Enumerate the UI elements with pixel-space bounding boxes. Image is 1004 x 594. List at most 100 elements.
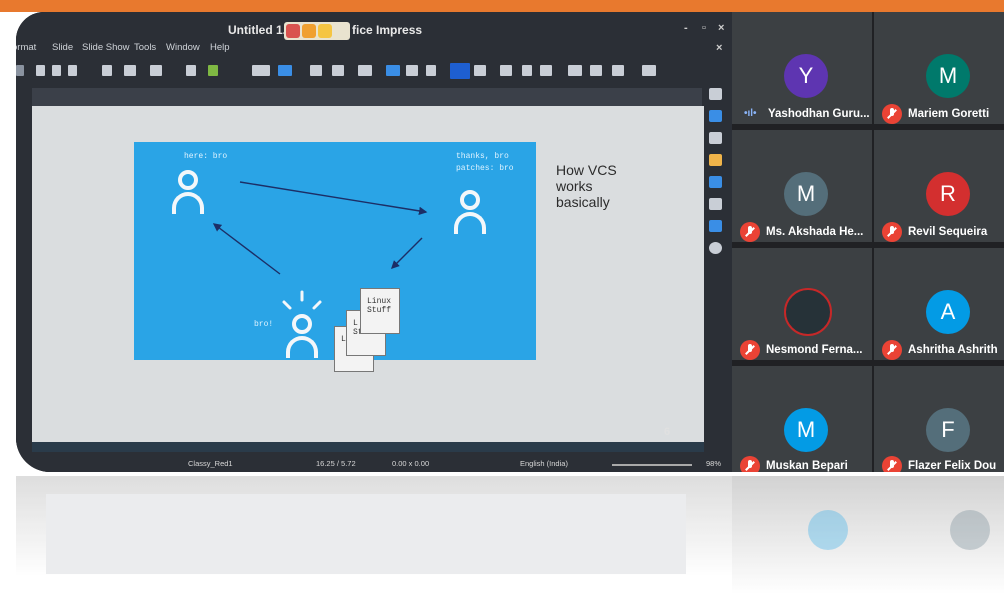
mic-off-icon bbox=[740, 456, 760, 472]
participant-tile[interactable]: R Revil Sequeira bbox=[874, 130, 1004, 242]
transitions-icon[interactable] bbox=[568, 65, 582, 76]
standard-toolbar bbox=[16, 62, 716, 80]
mic-off-icon bbox=[882, 456, 902, 472]
fontwork-icon[interactable] bbox=[500, 65, 512, 76]
participant-name: Nesmond Ferna... bbox=[766, 344, 863, 356]
animation-icon[interactable] bbox=[709, 132, 722, 144]
participant-tile[interactable]: Y •ıl• Yashodhan Guru... bbox=[732, 12, 872, 124]
redo-icon[interactable] bbox=[150, 65, 162, 76]
duplicate-slide-icon[interactable] bbox=[332, 65, 344, 76]
participant-tile[interactable]: M Mariem Goretti bbox=[874, 12, 1004, 124]
copy-icon[interactable] bbox=[52, 65, 61, 76]
minimize-button[interactable]: - bbox=[684, 22, 688, 34]
participant-name: Ms. Akshada He... bbox=[766, 226, 864, 238]
shapes-icon[interactable] bbox=[709, 242, 722, 254]
participant-name: Muskan Bepari bbox=[766, 460, 848, 472]
avatar: M bbox=[784, 408, 828, 452]
reflection-avatar bbox=[808, 510, 848, 550]
navigator-icon[interactable] bbox=[709, 220, 722, 232]
gallery-icon[interactable] bbox=[709, 198, 722, 210]
clone-format-icon[interactable] bbox=[102, 65, 112, 76]
participant-name: Ashritha Ashrith bbox=[908, 344, 998, 356]
menu-window[interactable]: Window bbox=[166, 42, 200, 53]
master-slide-icon[interactable] bbox=[278, 65, 292, 76]
maximize-button[interactable]: ▫ bbox=[702, 22, 706, 34]
mic-off-icon bbox=[882, 104, 902, 124]
cut-icon[interactable] bbox=[36, 65, 45, 76]
more-options-icon[interactable] bbox=[642, 65, 656, 76]
status-layout: Classy_Red1 bbox=[188, 459, 233, 468]
status-bar: Classy_Red1 16.25 / 5.72 0.00 x 0.00 Eng… bbox=[16, 456, 732, 472]
avatar: Y bbox=[784, 54, 828, 98]
top-accent-bar bbox=[0, 0, 1004, 12]
find-icon[interactable] bbox=[186, 65, 196, 76]
menu-slide[interactable]: Slide bbox=[52, 42, 73, 53]
sidebar-deck bbox=[706, 88, 726, 278]
textbox-icon[interactable] bbox=[450, 63, 470, 79]
menu-tools[interactable]: Tools bbox=[134, 42, 156, 53]
undo-icon[interactable] bbox=[124, 65, 136, 76]
record-icon[interactable] bbox=[286, 24, 300, 38]
mic-off-icon bbox=[882, 222, 902, 242]
screen-reflection bbox=[16, 476, 1004, 594]
slide-show-icon[interactable] bbox=[590, 65, 602, 76]
status-language[interactable]: English (India) bbox=[520, 459, 568, 468]
hyperlink-icon[interactable] bbox=[522, 65, 532, 76]
spellcheck-icon[interactable] bbox=[208, 65, 218, 76]
media-icon[interactable] bbox=[406, 65, 418, 76]
participants-panel: Y •ıl• Yashodhan Guru... M Mariem Gorett… bbox=[732, 12, 1004, 472]
hand-icon[interactable] bbox=[302, 24, 316, 38]
doc-front: Linux Stuff bbox=[360, 288, 400, 334]
avatar: M bbox=[784, 172, 828, 216]
new-slide-icon[interactable] bbox=[310, 65, 322, 76]
reflection-slide bbox=[46, 494, 686, 574]
zoom-slider[interactable] bbox=[612, 464, 692, 466]
slide-transition-icon[interactable] bbox=[709, 110, 722, 122]
share-icon[interactable] bbox=[318, 24, 332, 38]
menu-slide-show[interactable]: Slide Show bbox=[82, 42, 130, 53]
styles-icon[interactable] bbox=[709, 176, 722, 188]
chart-icon[interactable] bbox=[426, 65, 436, 76]
speaking-icon: •ıl• bbox=[744, 108, 757, 119]
slide-note-text[interactable]: How VCS works basically bbox=[556, 162, 617, 210]
avatar: R bbox=[926, 172, 970, 216]
special-character-icon[interactable] bbox=[474, 65, 486, 76]
close-button[interactable]: × bbox=[718, 22, 724, 34]
master-slides-icon[interactable] bbox=[709, 154, 722, 166]
slide-image[interactable]: here: bro thanks, bro patches: bro bro! bbox=[134, 142, 536, 372]
status-position: 16.25 / 5.72 bbox=[316, 459, 356, 468]
menu-format[interactable]: ormat bbox=[16, 42, 36, 53]
participant-name: Mariem Goretti bbox=[908, 108, 990, 120]
participant-tile[interactable]: M Ms. Akshada He... bbox=[732, 130, 872, 242]
mic-off-icon bbox=[882, 340, 902, 360]
participant-tile[interactable]: F Flazer Felix Dou bbox=[874, 366, 1004, 472]
display-views-icon[interactable] bbox=[252, 65, 270, 76]
image-icon[interactable] bbox=[386, 65, 400, 76]
mic-off-icon bbox=[740, 340, 760, 360]
editor-header bbox=[32, 88, 702, 106]
properties-icon[interactable] bbox=[709, 88, 722, 100]
participant-tile[interactable]: A Ashritha Ashrith bbox=[874, 248, 1004, 360]
slide-strip bbox=[32, 442, 704, 452]
participant-name: Yashodhan Guru... bbox=[768, 108, 870, 120]
participant-tile[interactable]: Nesmond Ferna... bbox=[732, 248, 872, 360]
close-document-button[interactable]: × bbox=[716, 42, 722, 54]
title-bar: Untitled 1.o fice Impress - ▫ × × bbox=[16, 16, 732, 54]
impress-window: Untitled 1.o fice Impress - ▫ × × ormat … bbox=[16, 12, 732, 472]
paste-icon[interactable] bbox=[68, 65, 77, 76]
participant-name: Flazer Felix Dou bbox=[908, 460, 997, 472]
menu-help[interactable]: Help bbox=[210, 42, 230, 53]
table-icon[interactable] bbox=[358, 65, 372, 76]
avatar: F bbox=[926, 408, 970, 452]
avatar: A bbox=[926, 290, 970, 334]
status-zoom[interactable]: 98% bbox=[706, 459, 721, 468]
reflection-avatar bbox=[950, 510, 990, 550]
participant-tile[interactable]: M Muskan Bepari bbox=[732, 366, 872, 472]
toolbar-icon[interactable] bbox=[16, 65, 24, 76]
photo-frame: Untitled 1.o fice Impress - ▫ × × ormat … bbox=[16, 12, 1004, 472]
layout-icon[interactable] bbox=[612, 65, 624, 76]
window-title-suffix: fice Impress bbox=[352, 23, 423, 37]
status-size: 0.00 x 0.00 bbox=[392, 459, 430, 468]
slide-number: 6 bbox=[664, 426, 671, 438]
comment-icon[interactable] bbox=[540, 65, 552, 76]
